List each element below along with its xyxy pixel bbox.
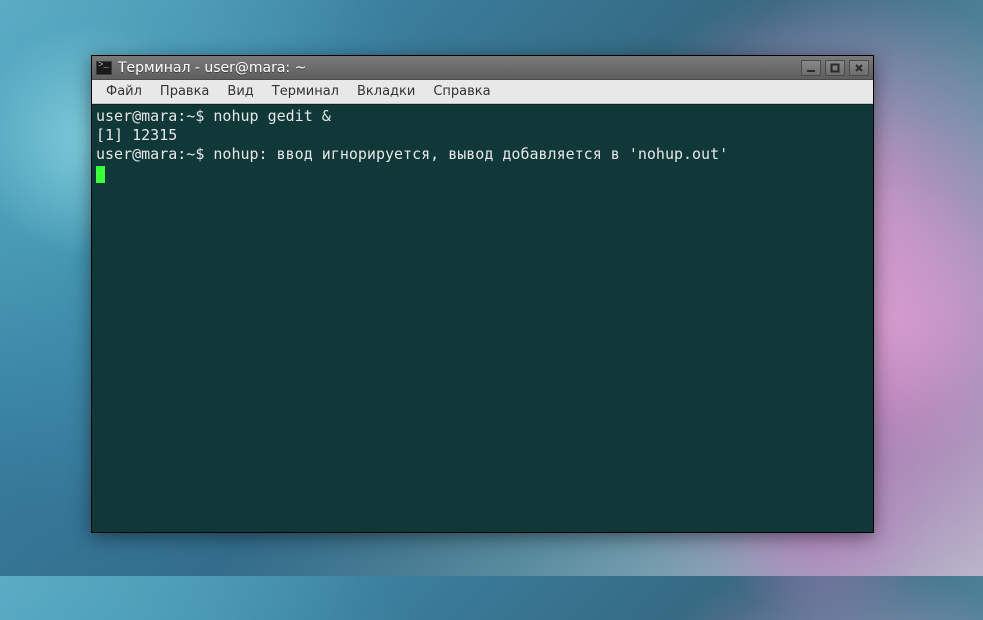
terminal-line: user@mara:~$ nohup: ввод игнорируется, в… [96, 145, 869, 164]
cursor-block [96, 166, 105, 183]
window-title: Терминал - user@mara: ~ [118, 60, 795, 76]
titlebar[interactable]: Терминал - user@mara: ~ [92, 56, 873, 80]
terminal-window: Терминал - user@mara: ~ Файл Правка Вид … [91, 55, 874, 533]
terminal-app-icon [96, 61, 112, 75]
maximize-icon [830, 63, 840, 73]
menu-tabs[interactable]: Вкладки [349, 82, 423, 101]
menu-help[interactable]: Справка [425, 82, 498, 101]
close-icon [854, 63, 864, 73]
terminal-viewport[interactable]: user@mara:~$ nohup gedit & [1] 12315 use… [92, 104, 873, 532]
close-button[interactable] [849, 60, 869, 76]
minimize-icon [806, 63, 816, 73]
window-controls [801, 60, 869, 76]
maximize-button[interactable] [825, 60, 845, 76]
menu-file[interactable]: Файл [98, 82, 150, 101]
minimize-button[interactable] [801, 60, 821, 76]
menu-edit[interactable]: Правка [152, 82, 217, 101]
terminal-line: [1] 12315 [96, 126, 869, 145]
terminal-line: user@mara:~$ nohup gedit & [96, 107, 869, 126]
menu-view[interactable]: Вид [219, 82, 261, 101]
menubar: Файл Правка Вид Терминал Вкладки Справка [92, 80, 873, 104]
terminal-cursor-line [96, 164, 869, 183]
menu-terminal[interactable]: Терминал [264, 82, 347, 101]
